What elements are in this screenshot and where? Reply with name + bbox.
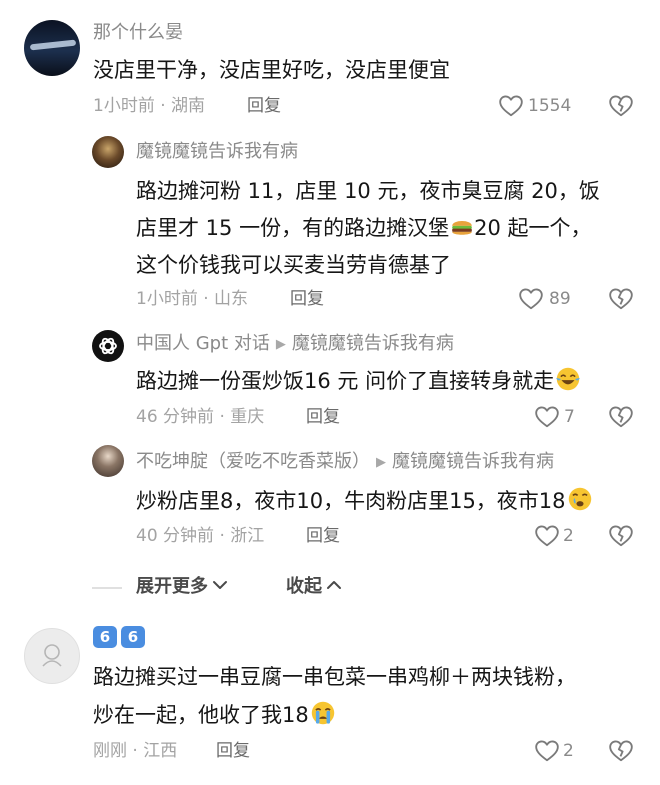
- reply-button[interactable]: 回复: [290, 288, 324, 310]
- triangle-right-icon: ▶: [275, 337, 286, 352]
- comment-text: 路边摊河粉 11，店里 10 元，夜市臭豆腐 20，饭: [136, 179, 600, 203]
- reply-button[interactable]: 回复: [216, 740, 250, 762]
- collapse-button[interactable]: 收起: [286, 575, 342, 599]
- comment-meta: 1小时前 · 湖南: [93, 96, 206, 116]
- avatar[interactable]: [24, 628, 80, 684]
- reply-button[interactable]: 回复: [306, 406, 340, 428]
- comment-text: 路边摊买过一串豆腐一串包菜一串鸡柳＋两块钱粉，: [93, 665, 576, 689]
- comment-author[interactable]: 不吃坤腚（爱吃不吃香菜版）: [136, 451, 370, 472]
- broken-heart-icon[interactable]: [608, 93, 634, 119]
- comment-meta: 1小时前 · 山东: [136, 289, 249, 309]
- like-count: 89: [549, 289, 571, 309]
- loudly-crying-emoji-icon: [311, 701, 334, 725]
- comment-item: 66 路边摊买过一串豆腐一串包菜一串鸡柳＋两块钱粉， 炒在一起，他收了我18 刚…: [0, 610, 660, 785]
- avatar[interactable]: [92, 136, 124, 168]
- avatar[interactable]: [24, 20, 80, 76]
- chevron-up-icon: [327, 581, 341, 589]
- heart-outline-icon[interactable]: [534, 738, 560, 764]
- broken-heart-icon[interactable]: [608, 286, 634, 312]
- comment-meta: 46 分钟前 · 重庆: [136, 407, 265, 427]
- heart-outline-icon[interactable]: [534, 404, 560, 430]
- comment-text: 这个价钱我可以买麦当劳肯德基了: [136, 253, 451, 277]
- comment-text: 店里才 15 一份，有的路边摊汉堡 20 起一个，: [136, 216, 592, 240]
- default-avatar-icon: [42, 644, 62, 667]
- reply-item: 魔镜魔镜告诉我有病 路边摊河粉 11，店里 10 元，夜市臭豆腐 20，饭 店里…: [0, 128, 660, 324]
- comment-text: 炒粉店里8，夜市10，牛肉粉店里15，夜市18: [136, 482, 593, 520]
- comment-author[interactable]: 魔镜魔镜告诉我有病: [136, 140, 298, 164]
- reply-item: 中国人 Gpt 对话 ▶ 魔镜魔镜告诉我有病 路边摊一份蛋炒饭16 元 问价了直接转…: [0, 324, 660, 440]
- openai-logo-icon: [99, 337, 117, 355]
- comment-text: 路边摊一份蛋炒饭16 元 问价了直接转身就走: [136, 362, 581, 400]
- heart-outline-icon[interactable]: [518, 286, 544, 312]
- comment-text: 没店里干净，没店里好吃，没店里便宜: [93, 58, 450, 82]
- badge-row: 66: [93, 626, 149, 648]
- comment-meta: 40 分钟前 · 浙江: [136, 526, 265, 546]
- reply-button[interactable]: 回复: [306, 525, 340, 547]
- number-badge: 6: [121, 626, 145, 648]
- thread-divider: [92, 587, 122, 589]
- like-count: 7: [564, 407, 575, 427]
- crying-face-emoji-icon: [568, 487, 591, 511]
- triangle-right-icon: ▶: [376, 455, 386, 470]
- reply-item: 不吃坤腚（爱吃不吃香菜版） ▶ 魔镜魔镜告诉我有病 炒粉店里8，夜市10，牛肉粉店里…: [0, 440, 660, 558]
- reply-target[interactable]: 魔镜魔镜告诉我有病: [292, 333, 454, 354]
- comment-author-line: 中国人 Gpt 对话 ▶ 魔镜魔镜告诉我有病: [136, 332, 454, 357]
- reply-target[interactable]: 魔镜魔镜告诉我有病: [392, 451, 554, 472]
- reply-button[interactable]: 回复: [247, 95, 281, 117]
- comment-item: 那个什么晏 没店里干净，没店里好吃，没店里便宜 1小时前 · 湖南 回复 155…: [0, 0, 660, 128]
- heart-outline-icon[interactable]: [498, 93, 524, 119]
- number-badge: 6: [93, 626, 117, 648]
- comment-text: 炒在一起，他收了我18: [93, 696, 336, 734]
- avatar[interactable]: [92, 330, 124, 362]
- comment-meta: 刚刚 · 江西: [93, 741, 178, 761]
- avatar[interactable]: [92, 445, 124, 477]
- broken-heart-icon[interactable]: [608, 404, 634, 430]
- broken-heart-icon[interactable]: [608, 523, 634, 549]
- comment-author-line: 不吃坤腚（爱吃不吃香菜版） ▶ 魔镜魔镜告诉我有病: [136, 450, 554, 475]
- heart-outline-icon[interactable]: [534, 523, 560, 549]
- comment-author[interactable]: 那个什么晏: [93, 21, 183, 45]
- tears-of-joy-emoji-icon: [556, 367, 580, 391]
- comment-author[interactable]: 中国人 Gpt 对话: [136, 333, 270, 354]
- broken-heart-icon[interactable]: [608, 738, 634, 764]
- burger-emoji-icon: [452, 221, 472, 235]
- like-count: 1554: [528, 96, 572, 116]
- chevron-down-icon: [213, 581, 227, 589]
- like-count: 2: [563, 741, 574, 761]
- like-count: 2: [563, 526, 574, 546]
- expand-more-button[interactable]: 展开更多: [136, 575, 228, 599]
